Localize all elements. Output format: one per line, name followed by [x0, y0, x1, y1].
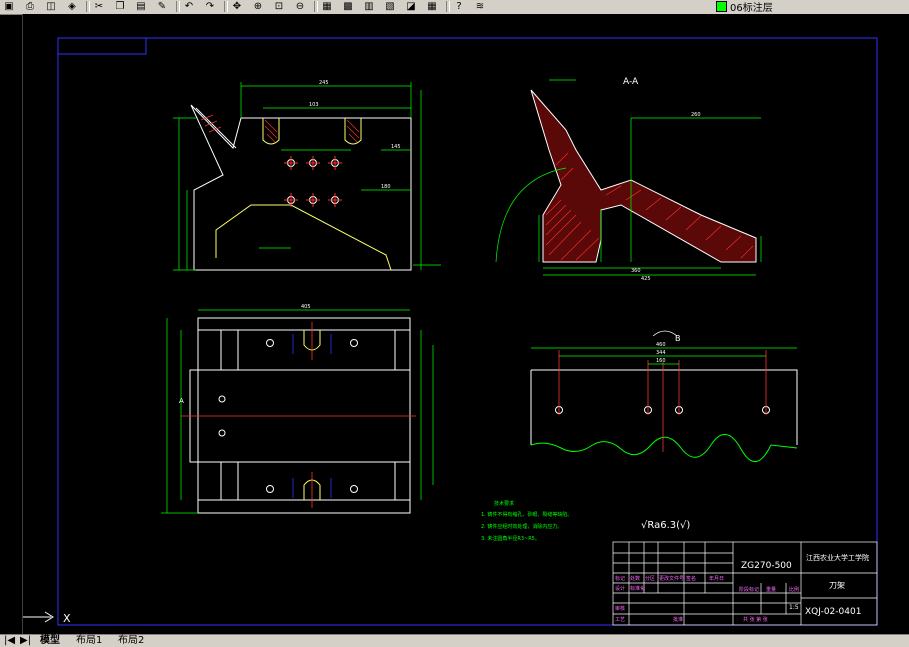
- dim-plan-width: 405: [301, 304, 311, 310]
- copy-icon[interactable]: ❐: [113, 0, 127, 13]
- layer-name: 06标注层: [730, 3, 773, 14]
- layer-color-swatch: [716, 1, 727, 12]
- calc-icon[interactable]: ▦: [425, 0, 439, 13]
- zoom-realtime-icon[interactable]: ⊕: [251, 0, 265, 13]
- toolbar-separator: [86, 1, 90, 12]
- tb-row3-label-2: 工艺: [615, 617, 625, 623]
- pan-icon[interactable]: ✥: [230, 0, 244, 13]
- dim-w2: 103: [309, 102, 319, 108]
- toolbar-separator: [224, 1, 228, 12]
- dim-d1: 145: [391, 144, 401, 150]
- tb-row-label-6: 年月日: [709, 575, 724, 582]
- save-icon[interactable]: ▣: [2, 0, 16, 13]
- view-b-dim-text: 460 344 160: [656, 342, 666, 364]
- matchprop-icon[interactable]: ✎: [155, 0, 169, 13]
- sheet-note: 共 张 第 张: [743, 616, 768, 623]
- dim-sec-w2: 360: [631, 268, 641, 274]
- drawing-code: XQJ-02-0401: [805, 607, 861, 617]
- ucs-icon: [23, 611, 54, 623]
- tb-row2-label-2: 标准化: [630, 585, 645, 592]
- layer-control[interactable]: 06标注层: [716, 0, 773, 14]
- ucs-x-label: X: [63, 612, 71, 625]
- view-b-arrow: [652, 330, 678, 337]
- tech-notes: 技术要求 1. 铸件不得有缩孔、砂眼、裂缝等缺陷。 2. 铸件应经时效处理，消除…: [481, 500, 572, 542]
- dim-sec-top: 260: [691, 112, 701, 118]
- undo-icon[interactable]: ↶: [182, 0, 196, 13]
- dim-b-inner: 344: [656, 350, 666, 356]
- view-b-holes: [555, 406, 770, 414]
- dim-sec-width: 425: [641, 276, 651, 282]
- front-view: [190, 104, 412, 271]
- material-code: ZG270-500: [741, 561, 792, 571]
- dim-d2: 180: [381, 184, 391, 190]
- layers-icon[interactable]: ≋: [473, 0, 487, 13]
- markup-icon[interactable]: ◪: [404, 0, 418, 13]
- plan-dims: [161, 309, 434, 514]
- toolbar-separator: [446, 1, 450, 12]
- tb-row2-label-3: 阶段标记: [739, 586, 759, 593]
- school-name: 江西农业大学工学院: [806, 553, 869, 562]
- front-dims: [173, 82, 441, 271]
- tb-row-label-5: 签名: [686, 575, 696, 582]
- toolbar-separator: [314, 1, 318, 12]
- layout-tabs: |◀ ▶| 模型 布局1 布局2: [0, 634, 909, 647]
- title-block-text: 标记 处数 分区 更改文件号 签名 年月日 设计 标准化 阶段标记 重量 比例 …: [615, 575, 799, 623]
- tb-row-label-4: 更改文件号: [659, 575, 684, 582]
- view-b: [530, 369, 798, 462]
- tb-row2-label-4: 重量: [766, 586, 776, 593]
- tech-title: 技术要求: [494, 500, 514, 507]
- redo-icon[interactable]: ↷: [203, 0, 217, 13]
- sheetset-icon[interactable]: ▧: [383, 0, 397, 13]
- front-hatch: [200, 114, 360, 143]
- dim-top-width: 245: [319, 80, 329, 86]
- plan-view: [189, 317, 411, 514]
- paste-icon[interactable]: ▤: [134, 0, 148, 13]
- properties-icon[interactable]: ▦: [320, 0, 334, 13]
- tab-layout1[interactable]: 布局1: [76, 635, 102, 647]
- toolbar-separator: [176, 1, 180, 12]
- part-name: 刀架: [829, 581, 845, 590]
- tb-row-label-1: 标记: [615, 575, 625, 582]
- cut-icon[interactable]: ✂: [92, 0, 106, 13]
- tab-layout2[interactable]: 布局2: [118, 635, 144, 647]
- tech-item-2: 2. 铸件应经时效处理，消除内应力。: [481, 523, 562, 530]
- print-icon[interactable]: ⎙: [23, 0, 37, 13]
- plan-center-lines: [181, 322, 416, 508]
- section-label: A-A: [623, 77, 639, 87]
- help-icon[interactable]: ?: [452, 0, 466, 13]
- cad-drawing: 245 103 145 180 A-A 425 360 260 405 A B …: [23, 37, 878, 626]
- tech-item-3: 3. 未注圆角半径R3~R5。: [481, 535, 540, 542]
- designcenter-icon[interactable]: ▩: [341, 0, 355, 13]
- tech-item-1: 1. 铸件不得有缩孔、砂眼、裂缝等缺陷。: [481, 511, 572, 518]
- front-dim-text: 245 103 145 180: [309, 80, 401, 190]
- tab-nav-prev-icon[interactable]: ▶|: [20, 635, 31, 647]
- tab-nav-first-icon[interactable]: |◀: [4, 635, 15, 647]
- dim-b-mid: 160: [656, 358, 666, 364]
- tab-model[interactable]: 模型: [40, 635, 60, 647]
- preview-icon[interactable]: ◫: [44, 0, 58, 13]
- dim-b-width: 460: [656, 342, 666, 348]
- tb-row2-label-5: 比例: [789, 586, 799, 593]
- scale-value: 1:5: [789, 604, 799, 611]
- tb-row2-label-1: 设计: [615, 585, 625, 592]
- publish-icon[interactable]: ◈: [65, 0, 79, 13]
- drawing-canvas[interactable]: 245 103 145 180 A-A 425 360 260 405 A B …: [22, 14, 909, 634]
- tb-row3-label-1: 审核: [615, 605, 625, 612]
- tb-row-label-2: 处数: [630, 575, 640, 582]
- zoom-previous-icon[interactable]: ⊖: [293, 0, 307, 13]
- zoom-window-icon[interactable]: ⊡: [272, 0, 286, 13]
- view-a-label: A: [179, 397, 184, 405]
- front-holes: [284, 156, 342, 207]
- frame-tab: [57, 37, 147, 55]
- tb-row3-label-3: 批准: [673, 616, 683, 623]
- toolpalette-icon[interactable]: ▥: [362, 0, 376, 13]
- tb-row-label-3: 分区: [645, 575, 655, 582]
- roughness-note: √Ra6.3(√): [641, 520, 690, 531]
